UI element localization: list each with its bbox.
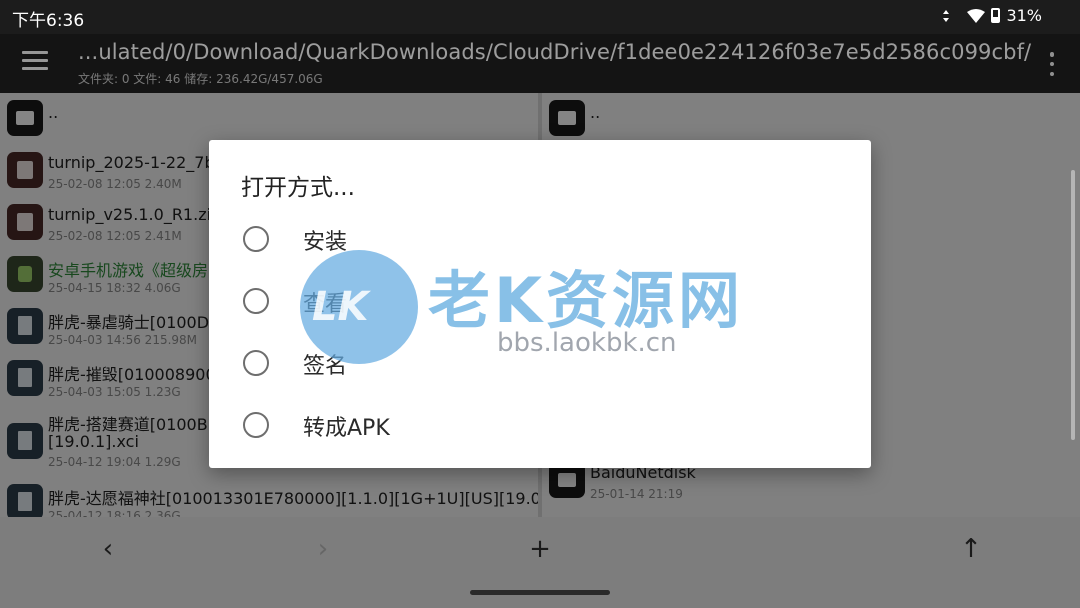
radio-button[interactable] — [243, 288, 269, 314]
watermark-url: bbs.laokbk.cn — [497, 328, 677, 358]
battery-percent: 31% — [1006, 6, 1042, 25]
option-convert-apk[interactable]: 转成APK — [229, 396, 849, 452]
status-bar: 下午6:36 31% — [0, 0, 1080, 34]
battery-icon — [991, 8, 1001, 23]
watermark-title: 老K资源网 — [428, 264, 745, 337]
option-label: 转成APK — [303, 416, 390, 441]
radio-button[interactable] — [243, 412, 269, 438]
status-icons: 31% — [943, 6, 1042, 25]
wifi-icon — [967, 8, 986, 23]
dialog-scrim-top — [0, 34, 1080, 93]
signal-icon — [943, 9, 950, 22]
scrollbar[interactable] — [1071, 170, 1075, 440]
dialog-title: 打开方式... — [241, 175, 355, 201]
watermark-logo-text: LK — [312, 284, 369, 330]
radio-button[interactable] — [243, 350, 269, 376]
option-label: 安装 — [303, 230, 348, 255]
radio-button[interactable] — [243, 226, 269, 252]
status-time: 下午6:36 — [12, 11, 85, 31]
home-indicator[interactable] — [470, 590, 610, 595]
